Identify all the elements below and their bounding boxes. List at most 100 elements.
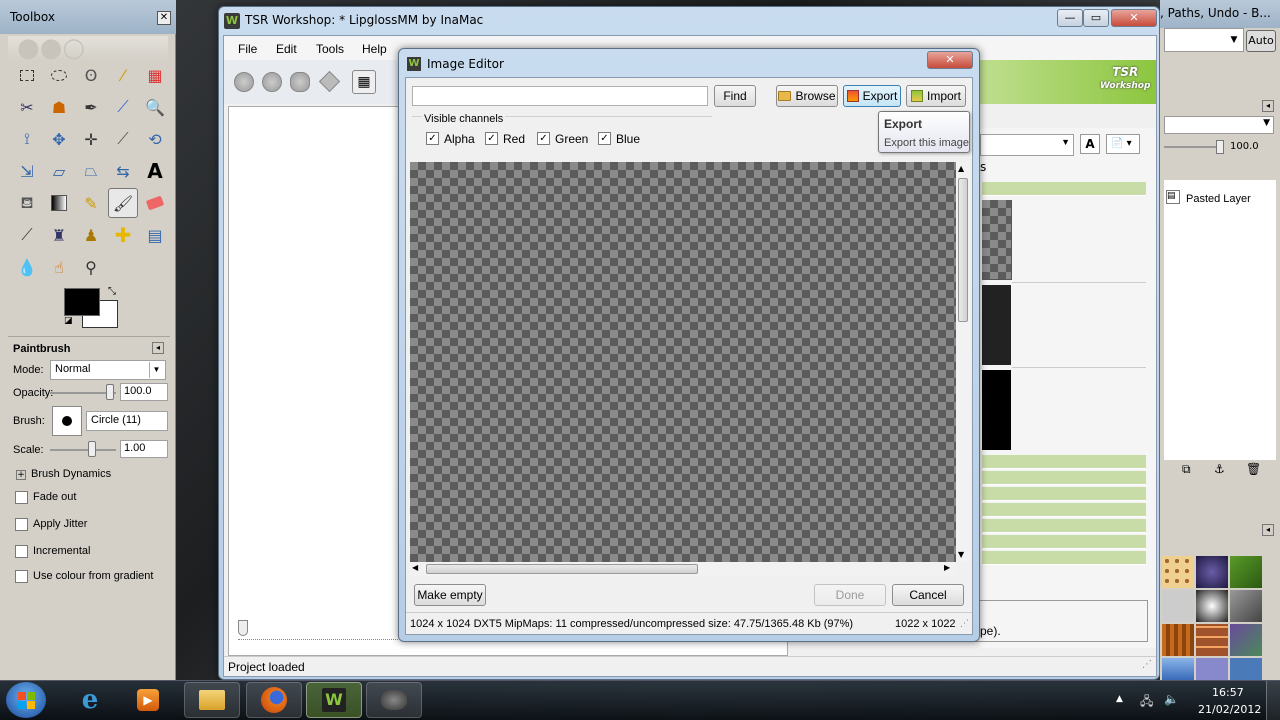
text-format-icon[interactable]: A: [1080, 134, 1100, 154]
image-select-chevron-icon[interactable]: ▼: [1226, 30, 1242, 50]
scissors-icon[interactable]: ✂: [14, 94, 40, 120]
volume-icon[interactable]: 🔈: [1164, 692, 1179, 706]
brush-dynamics-label[interactable]: Brush Dynamics: [31, 468, 111, 480]
blend-icon[interactable]: [46, 190, 72, 216]
import-button[interactable]: Import: [906, 85, 966, 107]
pattern-thumb[interactable]: [1196, 590, 1228, 622]
note-dropdown-icon[interactable]: 📄 ▾: [1106, 134, 1140, 154]
clock-date[interactable]: 21/02/2012: [1198, 703, 1261, 716]
network-icon[interactable]: 🖧: [1140, 692, 1153, 713]
layers-titlebar[interactable]: , Paths, Undo - B...: [1160, 0, 1280, 28]
taskbar-media-button[interactable]: ▶: [120, 682, 176, 718]
delete-layer-icon[interactable]: 🗑: [1246, 462, 1261, 476]
swap-colors-icon[interactable]: ⤡: [108, 286, 116, 297]
start-button[interactable]: [6, 682, 46, 718]
scale-tool-icon[interactable]: ⇲: [14, 158, 40, 184]
clone-icon[interactable]: ♟: [78, 222, 104, 248]
toolbox-close-icon[interactable]: ✕: [157, 11, 171, 25]
eraser-icon[interactable]: [142, 190, 168, 216]
fuzzy-select-icon[interactable]: ⁄: [110, 62, 136, 88]
clock-time[interactable]: 16:57: [1212, 686, 1244, 699]
scroll-left-icon[interactable]: ◀: [412, 563, 418, 572]
menu-help[interactable]: Help: [362, 42, 387, 56]
pattern-thumb[interactable]: [1230, 556, 1262, 588]
pattern-thumb[interactable]: [1162, 590, 1194, 622]
list-row-7[interactable]: [982, 551, 1146, 565]
scale-spinner[interactable]: 1.00: [120, 440, 168, 458]
pattern-thumb[interactable]: [1230, 658, 1262, 680]
pattern-thumb[interactable]: [1196, 624, 1228, 656]
layers-mode-select[interactable]: ▼: [1164, 116, 1274, 134]
minimize-button[interactable]: —: [1057, 9, 1083, 27]
opacity-spinner[interactable]: 100.0: [120, 383, 168, 401]
layers-menu-icon[interactable]: ◂: [1262, 100, 1274, 112]
move-icon[interactable]: ✥: [46, 126, 72, 152]
pattern-thumb[interactable]: [1230, 624, 1262, 656]
layers-opacity-handle[interactable]: [1216, 140, 1224, 154]
horizontal-scroll-thumb[interactable]: [426, 564, 698, 574]
layers-opacity-track[interactable]: [1164, 146, 1218, 148]
incremental-checkbox[interactable]: [15, 545, 28, 558]
dialog-resize-grip-icon[interactable]: ⋰: [960, 619, 969, 629]
scale-slider-track[interactable]: [50, 449, 116, 451]
scroll-right-icon[interactable]: ▶: [944, 563, 950, 572]
ink-icon[interactable]: ♜: [46, 222, 72, 248]
blur-icon[interactable]: 💧: [14, 254, 40, 280]
rotate-icon[interactable]: ⟲: [142, 126, 168, 152]
shear-icon[interactable]: ▱: [46, 158, 72, 184]
color-select-icon[interactable]: ▦: [142, 62, 168, 88]
auto-button[interactable]: Auto: [1246, 30, 1276, 52]
find-button[interactable]: Find: [714, 85, 756, 107]
toolbar-octagon-icon[interactable]: [290, 72, 310, 92]
measure-icon[interactable]: ⟟: [14, 126, 40, 152]
toolbox-titlebar[interactable]: Toolbox ✕: [0, 0, 176, 34]
bucket-fill-icon[interactable]: ⛾: [14, 190, 40, 216]
opacity-slider-handle[interactable]: [106, 384, 114, 400]
show-desktop-button[interactable]: [1266, 681, 1280, 720]
foreground-select-icon[interactable]: ☗: [46, 94, 72, 120]
foreground-color-swatch[interactable]: [64, 288, 100, 316]
anchor-layer-icon[interactable]: ⚓: [1214, 462, 1225, 476]
pattern-thumb[interactable]: [1196, 556, 1228, 588]
apply-jitter-checkbox[interactable]: [15, 518, 28, 531]
pattern-thumb[interactable]: [1196, 658, 1228, 680]
crop-icon[interactable]: ⟋: [110, 126, 136, 152]
align-icon[interactable]: ✛: [78, 126, 104, 152]
resize-grip-icon[interactable]: ⋰: [1142, 659, 1152, 670]
list-row-6[interactable]: [982, 535, 1146, 549]
brush-preview[interactable]: [52, 406, 82, 436]
pattern-thumb[interactable]: [1162, 624, 1194, 656]
color-picker-icon[interactable]: ⟋: [110, 94, 136, 120]
alpha-checkbox[interactable]: ✓: [426, 132, 439, 145]
pencil-icon[interactable]: ✎: [78, 190, 104, 216]
vertical-scrollbar[interactable]: ▲ ▼: [956, 162, 970, 562]
export-button[interactable]: Export: [843, 85, 901, 107]
pattern-thumb[interactable]: [1162, 658, 1194, 680]
pattern-thumb[interactable]: [1162, 556, 1194, 588]
perspective-icon[interactable]: ⏢: [78, 158, 104, 184]
brush-name-field[interactable]: Circle (11): [86, 411, 168, 431]
perspective-clone-icon[interactable]: ▤: [142, 222, 168, 248]
vertical-scroll-thumb[interactable]: [958, 178, 968, 322]
scroll-up-icon[interactable]: ▲: [958, 164, 964, 173]
done-button[interactable]: Done: [814, 584, 886, 606]
make-empty-button[interactable]: Make empty: [414, 584, 486, 606]
browse-button[interactable]: Browse: [776, 85, 838, 107]
lasso-icon[interactable]: ʘ: [78, 62, 104, 88]
heal-icon[interactable]: ✚: [110, 222, 136, 248]
rect-select-icon[interactable]: [14, 62, 40, 88]
airbrush-icon[interactable]: ⟋: [14, 222, 40, 248]
dodge-burn-icon[interactable]: ⚲: [78, 254, 104, 280]
paths-icon[interactable]: ✒: [78, 94, 104, 120]
partial-tab-label[interactable]: s: [980, 160, 986, 174]
toolbar-circle2-icon[interactable]: [262, 72, 282, 92]
smudge-icon[interactable]: ☝: [46, 254, 72, 280]
texture-thumb-2[interactable]: [982, 285, 1011, 365]
tray-expand-icon[interactable]: ▲: [1116, 694, 1123, 704]
menu-edit[interactable]: Edit: [276, 42, 297, 56]
ellipse-select-icon[interactable]: [46, 62, 72, 88]
text-tool-icon[interactable]: A: [142, 158, 168, 184]
gradient-colour-checkbox[interactable]: [15, 570, 28, 583]
tsr-preview-slider[interactable]: [238, 630, 398, 640]
layers-opacity-value[interactable]: 100.0: [1230, 141, 1259, 152]
